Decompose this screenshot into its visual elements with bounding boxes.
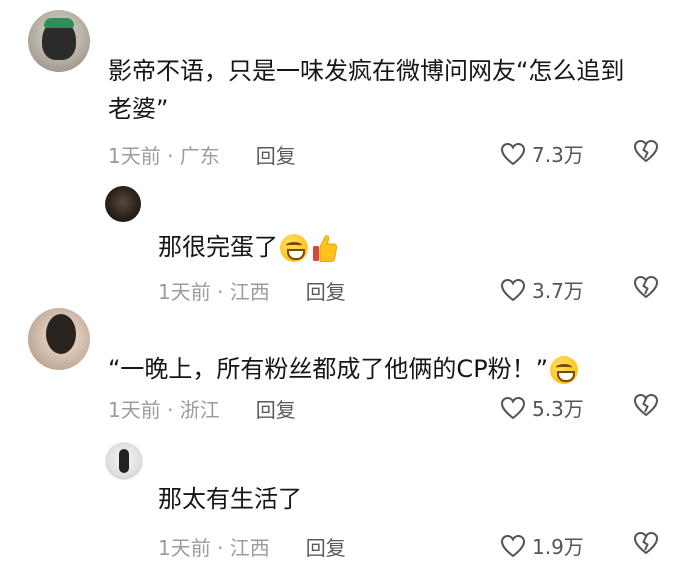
like-button[interactable]: 7.3万 [500, 139, 584, 168]
broken-heart-icon [633, 393, 659, 417]
comment-time-location: 1天前 · 江西 [158, 280, 270, 304]
comment-text: 那很完蛋了 [158, 228, 338, 266]
comment-time-location: 1天前 · 浙江 [108, 398, 220, 422]
reply-button[interactable]: 回复 [306, 276, 346, 305]
reply-button[interactable]: 回复 [306, 532, 346, 561]
dislike-button[interactable] [633, 139, 659, 167]
grinning-emoji-icon [280, 234, 308, 262]
heart-outline-icon [500, 396, 526, 419]
comment-time-location: 1天前 · 江西 [158, 536, 270, 560]
reply-text: 那很完蛋了 [158, 233, 278, 261]
avatar[interactable] [105, 186, 141, 222]
dislike-button[interactable] [633, 275, 659, 303]
like-button[interactable]: 3.7万 [500, 275, 584, 304]
heart-outline-icon [500, 534, 526, 557]
like-count: 7.3万 [532, 143, 584, 167]
reply-button[interactable]: 回复 [256, 394, 296, 423]
comment-meta: 1天前 · 江西 回复 [158, 276, 346, 305]
comment-text: “一晚上，所有粉丝都成了他俩的CP粉！” [108, 350, 579, 388]
broken-heart-icon [633, 139, 659, 163]
comment-text: 影帝不语，只是一味发疯在微博问网友“怎么追到老婆” [108, 57, 625, 123]
broken-heart-icon [633, 531, 659, 555]
like-button[interactable]: 1.9万 [500, 531, 584, 560]
like-button[interactable]: 5.3万 [500, 393, 584, 422]
dislike-button[interactable] [633, 393, 659, 421]
comment-meta: 1天前 · 江西 回复 [158, 532, 346, 561]
like-count: 5.3万 [532, 397, 584, 421]
like-count: 1.9万 [532, 535, 584, 559]
comment-meta: 1天前 · 广东 回复 [108, 140, 296, 169]
comment-body: “一晚上，所有粉丝都成了他俩的CP粉！” [108, 355, 549, 383]
heart-outline-icon [500, 278, 526, 301]
like-count: 3.7万 [532, 279, 584, 303]
comment-time-location: 1天前 · 广东 [108, 144, 220, 168]
thumbs-up-emoji-icon [313, 235, 338, 262]
avatar[interactable] [28, 308, 90, 370]
avatar[interactable] [105, 442, 143, 480]
heart-outline-icon [500, 142, 526, 165]
broken-heart-icon [633, 275, 659, 299]
reply-button[interactable]: 回复 [256, 140, 296, 169]
comment-meta: 1天前 · 浙江 回复 [108, 394, 296, 423]
avatar[interactable] [28, 10, 90, 72]
grinning-emoji-icon [550, 356, 579, 384]
comment-text: 那太有生活了 [158, 485, 302, 513]
